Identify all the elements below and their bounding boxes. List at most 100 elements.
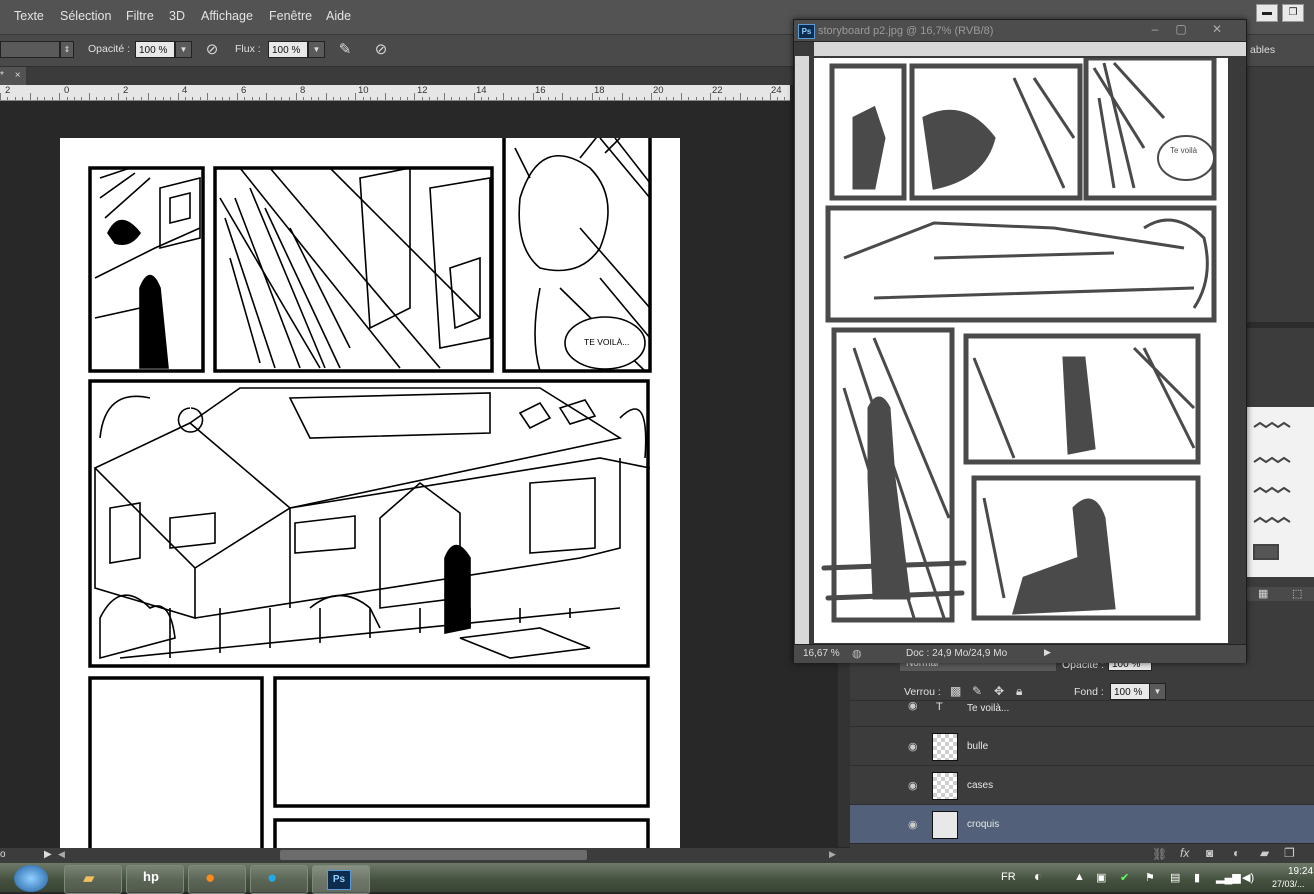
ruler-tick [769, 93, 771, 100]
menu-aide[interactable]: Aide [326, 9, 351, 23]
flow-input[interactable]: 100 % [268, 41, 308, 58]
menu-filtre[interactable]: Filtre [126, 9, 154, 23]
minimize-icon[interactable]: ▬ [1256, 4, 1278, 22]
ruler-tick [118, 93, 120, 100]
ruler-tick [658, 97, 660, 100]
windows-start-icon[interactable] [14, 865, 48, 892]
eye-icon[interactable]: ◉ [908, 818, 920, 831]
horizontal-ruler[interactable]: 2 0 2 4 6 8 10 12 14 16 18 20 22 24 [0, 85, 790, 101]
hp-icon: hp [143, 869, 159, 884]
doc-info-icon[interactable]: ◍ [852, 647, 862, 660]
printer-icon[interactable]: ▤ [1170, 871, 1180, 884]
eye-icon[interactable]: ◉ [908, 740, 920, 753]
wacom-icon[interactable]: ◐ [1034, 868, 1042, 884]
eye-icon[interactable]: ◉ [908, 779, 920, 792]
ruler-tick [495, 97, 497, 100]
scroll-left-icon[interactable]: ◀ [58, 849, 65, 860]
menu-affichage[interactable]: Affichage [201, 9, 253, 23]
new-preset-icon[interactable]: ⬚ [1292, 587, 1302, 600]
language-indicator[interactable]: FR [1001, 871, 1016, 883]
menu-fenetre[interactable]: Fenêtre [269, 9, 312, 23]
doc-horizontal-ruler[interactable] [814, 42, 1246, 56]
lock-paint-icon[interactable]: ✎ [972, 684, 982, 698]
window-titlebar[interactable]: Ps storyboard p2.jpg @ 16,7% (RVB/8) – ▢… [794, 20, 1246, 42]
close-icon[interactable]: ✕ [1208, 22, 1226, 38]
mask-icon[interactable]: ◙ [1206, 846, 1213, 860]
hp-taskbar-button[interactable]: hp [126, 865, 184, 894]
tab-document[interactable]: * × [0, 67, 26, 85]
folder-icon[interactable]: ▰ [1260, 846, 1269, 860]
storyboard-page[interactable]: Te voilà [814, 55, 1228, 643]
ruler-tick [340, 97, 342, 100]
layer-row[interactable]: ◉ bulle [850, 726, 1314, 766]
clock-time[interactable]: 19:24 [1288, 866, 1313, 877]
brush-presets-panel[interactable] [1246, 407, 1314, 577]
airbrush-icon[interactable]: ✎ [335, 40, 355, 60]
storyboard-window[interactable]: Ps storyboard p2.jpg @ 16,7% (RVB/8) – ▢… [793, 19, 1247, 663]
layer-name[interactable]: croquis [967, 819, 999, 830]
pressure-opacity-icon[interactable]: ⊘ [202, 40, 222, 60]
chevron-down-icon[interactable]: ▼ [1149, 683, 1166, 700]
skype-taskbar-button[interactable]: ● [250, 865, 308, 894]
chevron-down-icon[interactable]: ▼ [308, 41, 325, 58]
adjustment-icon[interactable]: ◐ [1233, 846, 1240, 860]
chevron-updown-icon[interactable]: ⇕ [60, 41, 74, 58]
eye-icon[interactable]: ◉ [908, 701, 920, 712]
ruler-tick [288, 97, 290, 100]
scroll-right-icon[interactable]: ▶ [829, 849, 836, 860]
brush-preset-field[interactable] [0, 41, 60, 58]
menu-3d[interactable]: 3D [169, 9, 185, 23]
ruler-tick [503, 93, 505, 100]
panel-4 [88, 379, 650, 668]
explorer-taskbar-button[interactable]: ▰ [64, 865, 122, 894]
opacity-input[interactable]: 100 % [135, 41, 175, 58]
canvas-horizontal-scrollbar[interactable]: o ▶ ◀ ▶ [0, 848, 850, 863]
fx-icon[interactable]: fx [1180, 846, 1189, 860]
doc-zoom[interactable]: 16,67 % [803, 648, 840, 659]
power-icon[interactable]: ▮ [1194, 871, 1200, 884]
close-icon[interactable]: × [15, 70, 21, 81]
workspace-label[interactable]: ables [1250, 44, 1275, 56]
pressure-size-icon[interactable]: ⊘ [371, 40, 391, 60]
menu-texte[interactable]: Texte [14, 9, 44, 23]
ruler-tick [162, 97, 164, 100]
firefox-taskbar-button[interactable]: ● [188, 865, 246, 894]
doc-size-info: Doc : 24,9 Mo/24,9 Mo [906, 648, 1008, 659]
doc-vertical-ruler[interactable] [795, 56, 809, 646]
canvas-area[interactable]: TE VOILÀ... [0, 101, 850, 853]
clock-date[interactable]: 27/03/... [1272, 879, 1305, 889]
flag-icon[interactable]: ⚑ [1145, 871, 1155, 884]
chevron-down-icon[interactable]: ▼ [175, 41, 192, 58]
play-icon[interactable]: ▶ [44, 849, 52, 860]
fill-input[interactable]: 100 % [1110, 683, 1150, 700]
lock-transparency-icon[interactable]: ▩ [950, 684, 961, 698]
restore-icon[interactable]: ❐ [1282, 4, 1304, 22]
play-icon[interactable]: ▶ [1044, 647, 1051, 658]
layer-name[interactable]: bulle [967, 741, 988, 752]
photoshop-taskbar-button[interactable]: Ps [312, 865, 370, 894]
scrollbar-thumb[interactable] [280, 850, 587, 860]
ruler-tick [296, 93, 297, 100]
comic-page[interactable]: TE VOILÀ... [60, 138, 680, 853]
minimize-icon[interactable]: – [1146, 22, 1164, 38]
layer-row[interactable]: ◉ T Te voilà... [850, 700, 1314, 723]
tray-app-icon[interactable]: ▣ [1096, 871, 1106, 884]
lock-all-icon[interactable]: 🔒︎ [1016, 684, 1022, 699]
layer-name[interactable]: cases [967, 780, 993, 791]
volume-icon[interactable]: ◀) [1242, 871, 1254, 884]
layer-row[interactable]: ◉ cases [850, 765, 1314, 805]
grid-icon[interactable]: ▦ [1258, 587, 1268, 600]
network-icon[interactable]: ▂▄▆ [1216, 871, 1241, 884]
link-icon[interactable]: ⛓︎ [1152, 847, 1167, 861]
layer-row-selected[interactable]: ◉ croquis [850, 804, 1314, 844]
layer-name[interactable]: Te voilà... [967, 703, 1009, 714]
check-icon[interactable]: ✔ [1120, 871, 1129, 884]
new-layer-icon[interactable]: ❐ [1284, 846, 1295, 860]
menu-selection[interactable]: Sélection [60, 9, 111, 23]
maximize-icon[interactable]: ▢ [1172, 22, 1190, 38]
show-hidden-icons[interactable]: ▲ [1074, 871, 1085, 883]
ruler-tick [125, 97, 127, 100]
ruler-tick [421, 97, 423, 100]
ruler-tick [155, 97, 157, 100]
lock-move-icon[interactable]: ✥ [994, 684, 1004, 698]
